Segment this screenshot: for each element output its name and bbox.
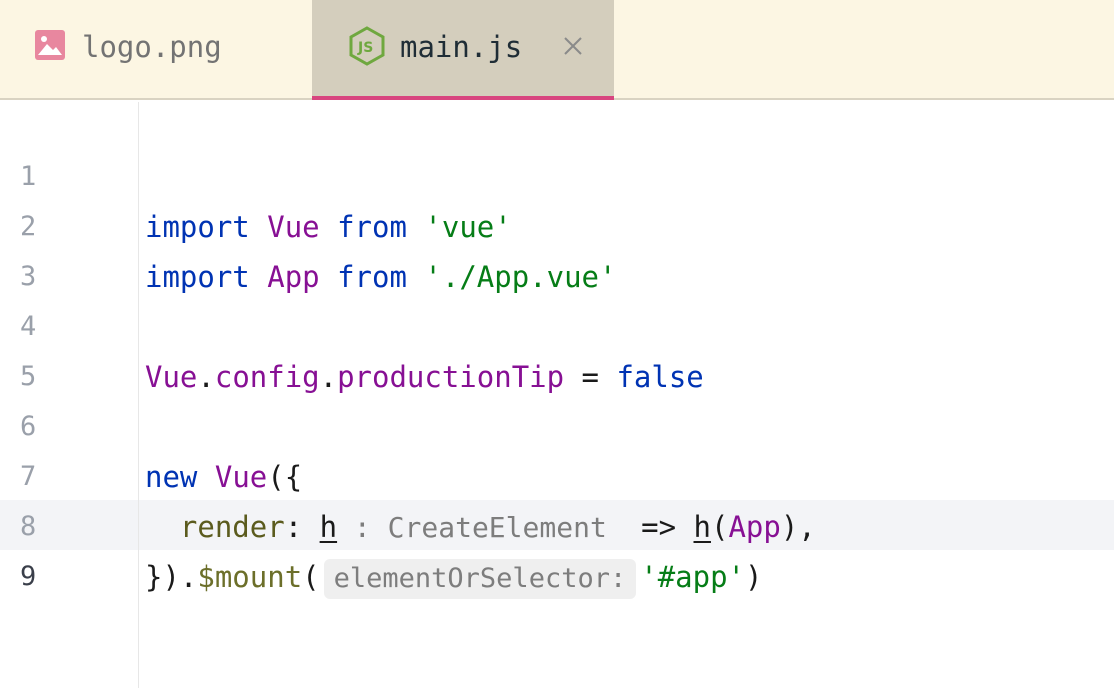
svg-text:JS: JS — [357, 40, 373, 56]
line-content: }).$mount(elementOrSelector: '#app') — [145, 552, 762, 602]
editor-tab-bar: logo.png JS main.js — [0, 0, 1114, 100]
tab-logo-png[interactable]: logo.png — [0, 0, 312, 98]
nodejs-file-icon: JS — [349, 26, 385, 66]
code-line-6[interactable]: 6 new Vue({ — [0, 352, 1114, 494]
tab-label: main.js — [400, 30, 523, 64]
tab-main-js[interactable]: JS main.js — [312, 0, 614, 100]
code-line-7[interactable]: 7 render: h : CreateElement => h(App), — [0, 402, 1114, 544]
image-file-icon — [35, 30, 65, 60]
code-line-3[interactable]: 3 — [0, 202, 1114, 292]
code-line-4[interactable]: 4 Vue.config.productionTip = false — [0, 252, 1114, 394]
parameter-hint: elementOrSelector: — [323, 559, 637, 599]
code-line-5[interactable]: 5 — [0, 302, 1114, 392]
code-line-9[interactable]: 9 — [0, 502, 1114, 592]
code-editor[interactable]: 1 import Vue from 'vue' 2 import App fro… — [0, 102, 1114, 688]
code-line-1[interactable]: 1 import Vue from 'vue' — [0, 102, 1114, 244]
code-line-8[interactable]: 8 }).$mount(elementOrSelector: '#app') — [0, 452, 1114, 599]
ide-window: logo.png JS main.js 1 import Vue from 'v… — [0, 0, 1114, 688]
line-number: 9 — [20, 561, 37, 592]
close-icon[interactable] — [562, 35, 584, 57]
tab-label: logo.png — [82, 30, 222, 64]
code-line-2[interactable]: 2 import App from './App.vue' — [0, 152, 1114, 294]
